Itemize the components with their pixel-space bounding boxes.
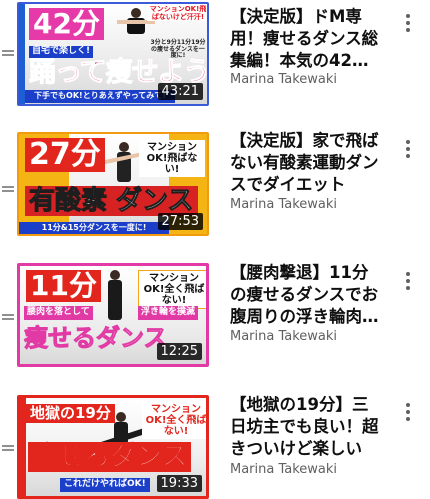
more-options-icon[interactable] [402,272,414,292]
headline: 痩せるダンス [28,442,192,472]
video-list-item[interactable]: マンションOK!飛ばないけど汗汗! 3分と9分11分19分の痩せるダンスを一度に… [0,0,430,110]
channel-name[interactable]: Marina Takewaki [230,329,390,344]
headline: 踊って痩せよう [29,57,209,88]
top-badge: マンションOK!全く飛ばない! [138,270,206,309]
more-options-icon[interactable] [402,403,414,423]
footer-caption: 11分&15分ダンスを一度に! [19,222,169,234]
channel-name[interactable]: Marina Takewaki [230,462,390,477]
video-title[interactable]: 【地獄の19分】三日坊主でも良い！超きついけど楽しい [230,394,382,460]
headline: 痩せるダンス [24,324,169,352]
top-badge: マンションOK!全く飛ばない! [142,402,206,439]
drag-handle-icon[interactable] [2,314,14,322]
big-number: 27分 [25,138,105,172]
drag-handle-icon[interactable] [2,50,14,58]
video-list-item[interactable]: 地獄の19分 マンションOK!全く飛ばない! 痩せるダンス これだけやればOK!… [0,385,430,499]
video-title[interactable]: 【決定版】ドM専用！痩せるダンス総集編！本気の42分全身痩せダンス [230,6,382,72]
video-thumbnail[interactable]: 地獄の19分 マンションOK!全く飛ばない! 痩せるダンス これだけやればOK!… [17,395,209,499]
drag-handle-icon[interactable] [2,445,14,453]
headline: 有酸素 ダンス [25,186,198,216]
video-thumbnail[interactable]: 11分 マンションOK!全く飛ばない! 腰肉を落として 浮き輪を撲滅 痩せるダン… [17,263,209,367]
right-tag: 浮き輪を撲滅 [138,306,199,320]
big-number: 42分 [29,8,104,40]
duration-badge: 27:53 [157,213,203,230]
top-badge: マンションOK!飛ばないけど汗汗! [147,5,207,22]
duration-badge: 19:33 [156,475,202,492]
more-options-icon[interactable] [402,140,414,160]
top-badge: マンションOK!飛ばない! [139,140,205,177]
footer-caption: これだけやればOK! [60,478,150,492]
channel-name[interactable]: Marina Takewaki [230,72,390,87]
duration-badge: 12:25 [156,343,202,360]
footer-caption: 下手でもOK!とりあえずやってみて! [25,90,175,103]
channel-name[interactable]: Marina Takewaki [230,197,390,212]
video-title[interactable]: 【決定版】家で飛ばない有酸素運動ダンスでダイエット [230,130,382,196]
duration-badge: 43:21 [157,83,203,100]
video-title[interactable]: 【腰肉撃退】11分の痩せるダンスでお腹周りの浮き輪肉を撃退 [230,262,382,328]
video-list-item[interactable]: 11分 マンションOK!全く飛ばない! 腰肉を落として 浮き輪を撲滅 痩せるダン… [0,251,430,367]
drag-handle-icon[interactable] [2,186,14,194]
left-tag: 腰肉を落として [24,306,93,320]
more-options-icon[interactable] [402,14,414,34]
video-list-item[interactable]: 27分 マンションOK!飛ばない! 有酸素 ダンス 11分&15分ダンスを一度に… [0,124,430,236]
big-number: 地獄の19分 [26,404,115,423]
video-thumbnail[interactable]: マンションOK!飛ばないけど汗汗! 3分と9分11分19分の痩せるダンスを一度に… [17,2,209,106]
big-number: 11分 [26,270,101,302]
video-thumbnail[interactable]: 27分 マンションOK!飛ばない! 有酸素 ダンス 11分&15分ダンスを一度に… [17,132,209,236]
